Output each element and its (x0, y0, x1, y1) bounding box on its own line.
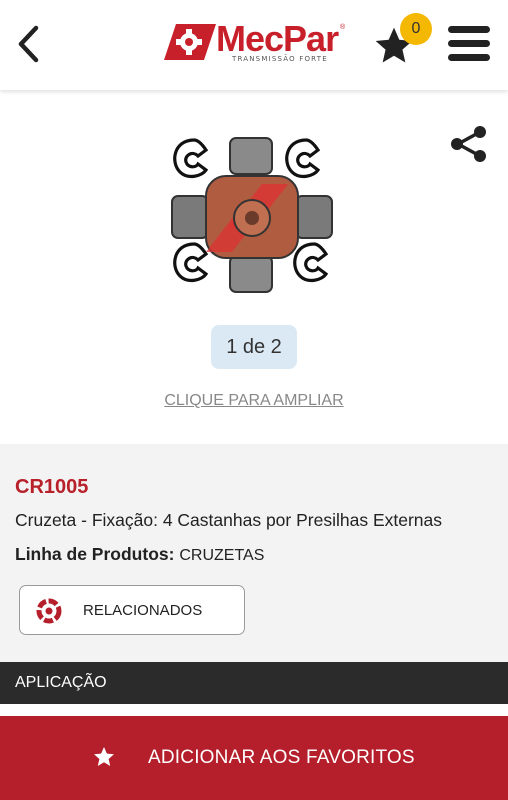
share-icon (451, 126, 486, 162)
application-label: APLICAÇÃO (15, 674, 107, 691)
mecpar-logo: MecPar ® TRANSMISSÃO FORTE (162, 18, 352, 64)
logo-text: MecPar (216, 18, 339, 59)
product-code: CR1005 (15, 476, 89, 498)
image-pager: 1 de 2 (211, 325, 297, 369)
chevron-left-icon (18, 25, 39, 63)
favorites-count-badge: 0 (400, 13, 432, 45)
back-button[interactable] (8, 20, 48, 68)
menu-bar (448, 53, 490, 61)
product-image[interactable] (166, 132, 338, 302)
logo-registered-mark: ® (340, 24, 346, 31)
add-to-favorites-label: ADICIONAR AOS FAVORITOS (148, 747, 415, 768)
application-section-header[interactable]: APLICAÇÃO (0, 662, 508, 704)
menu-button[interactable] (444, 18, 494, 68)
product-detail-screen: MecPar ® TRANSMISSÃO FORTE 0 1 de 2 CLIQ… (0, 0, 508, 800)
star-icon (94, 747, 114, 766)
product-line-value: CRUZETAS (179, 547, 265, 564)
zoom-link[interactable]: CLIQUE PARA AMPLIAR (0, 392, 508, 410)
add-to-favorites-button[interactable]: ADICIONAR AOS FAVORITOS (0, 716, 508, 800)
share-button[interactable] (446, 122, 492, 168)
product-description: Cruzeta - Fixação: 4 Castanhas por Presi… (15, 510, 442, 530)
related-button[interactable]: RELACIONADOS (19, 585, 245, 635)
app-header: MecPar ® TRANSMISSÃO FORTE 0 (0, 0, 508, 90)
favorites-button[interactable]: 0 (372, 13, 436, 70)
logo-subtitle: TRANSMISSÃO FORTE (232, 55, 328, 63)
logo-emblem-icon (164, 24, 216, 60)
related-gear-icon (36, 598, 62, 624)
menu-bar (448, 39, 490, 47)
product-gallery: 1 de 2 CLIQUE PARA AMPLIAR (0, 92, 508, 444)
product-line-label: Linha de Produtos: (15, 544, 175, 564)
related-label: RELACIONADOS (83, 602, 203, 619)
menu-bar (448, 25, 490, 33)
product-info: CR1005 Cruzeta - Fixação: 4 Castanhas po… (0, 444, 508, 662)
product-line: Linha de Produtos: CRUZETAS (15, 544, 264, 565)
universal-joint-image (171, 137, 333, 293)
